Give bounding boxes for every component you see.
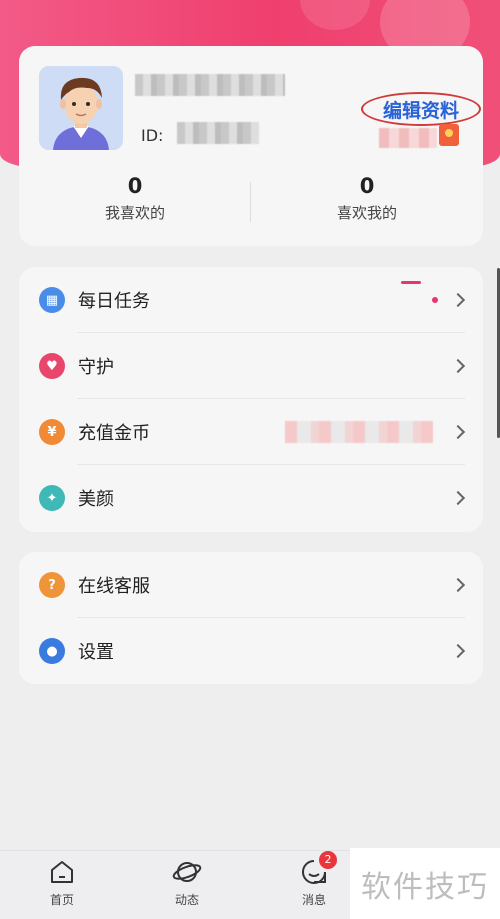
menu-item-beauty[interactable]: ✦ 美颜 — [19, 465, 483, 531]
menu-item-label: 守护 — [78, 357, 114, 378]
menu-item-label: 每日任务 — [78, 291, 150, 312]
chevron-right-icon — [450, 577, 466, 593]
menu-item-recharge[interactable]: ¥ 充值金币 — [19, 399, 483, 465]
stat-likes-me[interactable]: 0 喜欢我的 — [251, 174, 483, 223]
menu-item-label: 美颜 — [78, 489, 114, 510]
shield-heart-icon: ♥ — [39, 353, 65, 379]
chevron-right-icon — [450, 358, 466, 374]
chevron-right-icon — [450, 424, 466, 440]
gear-icon: ● — [39, 638, 65, 664]
notification-dash — [401, 281, 421, 284]
user-id-redacted — [177, 122, 259, 144]
menu-item-label: 设置 — [78, 642, 114, 663]
tab-messages-label: 消息 — [301, 893, 326, 907]
stat-i-like[interactable]: 0 我喜欢的 — [19, 174, 251, 223]
avatar-illustration — [39, 66, 123, 150]
stat-i-like-label: 我喜欢的 — [104, 204, 165, 222]
tab-home-label: 首页 — [49, 893, 74, 907]
menu-item-label: 充值金币 — [78, 423, 150, 444]
balance-redacted — [285, 421, 433, 443]
calendar-icon: ▦ — [39, 287, 65, 313]
menu-item-settings[interactable]: ● 设置 — [19, 618, 483, 684]
home-icon — [47, 857, 77, 887]
notification-dot — [432, 297, 438, 303]
menu-item-daily-tasks[interactable]: ▦ 每日任务 — [19, 267, 483, 333]
planet-icon — [172, 857, 202, 887]
menu-item-guard[interactable]: ♥ 守护 — [19, 333, 483, 399]
stat-i-like-count: 0 — [127, 174, 143, 198]
coin-icon: ¥ — [39, 419, 65, 445]
tab-dynamic[interactable]: 动态 — [142, 857, 232, 908]
chevron-right-icon — [450, 490, 466, 506]
stat-likes-me-count: 0 — [359, 174, 375, 198]
decorative-heart — [300, 0, 370, 30]
edit-profile-button[interactable]: 编辑资料 — [361, 92, 481, 126]
avatar[interactable] — [39, 66, 123, 150]
chevron-right-icon — [450, 643, 466, 659]
username-redacted — [135, 74, 285, 96]
chat-bubble-icon: 2 — [299, 851, 337, 887]
menu-group-secondary: ? 在线客服 ● 设置 — [19, 552, 483, 684]
message-count-badge: 2 — [319, 851, 337, 869]
tab-messages[interactable]: 2 消息 — [269, 851, 359, 908]
tab-dynamic-label: 动态 — [174, 893, 199, 907]
user-id-label: ID: — [141, 126, 164, 145]
headset-icon: ? — [39, 572, 65, 598]
menu-item-label: 在线客服 — [78, 576, 150, 597]
stat-likes-me-label: 喜欢我的 — [336, 204, 397, 222]
watermark: 软件技巧 — [350, 848, 500, 919]
tab-home[interactable]: 首页 — [17, 857, 107, 908]
menu-item-customer-service[interactable]: ? 在线客服 — [19, 552, 483, 618]
beauty-wand-icon: ✦ — [39, 485, 65, 511]
profile-card: ID: 编辑资料 0 我喜欢的 0 喜欢我的 — [19, 46, 483, 246]
red-envelope-icon[interactable] — [439, 124, 459, 146]
chevron-right-icon — [450, 292, 466, 308]
menu-group-primary: ▦ 每日任务 ♥ 守护 ¥ 充值金币 ✦ 美颜 — [19, 267, 483, 532]
badge-redacted — [379, 128, 437, 148]
